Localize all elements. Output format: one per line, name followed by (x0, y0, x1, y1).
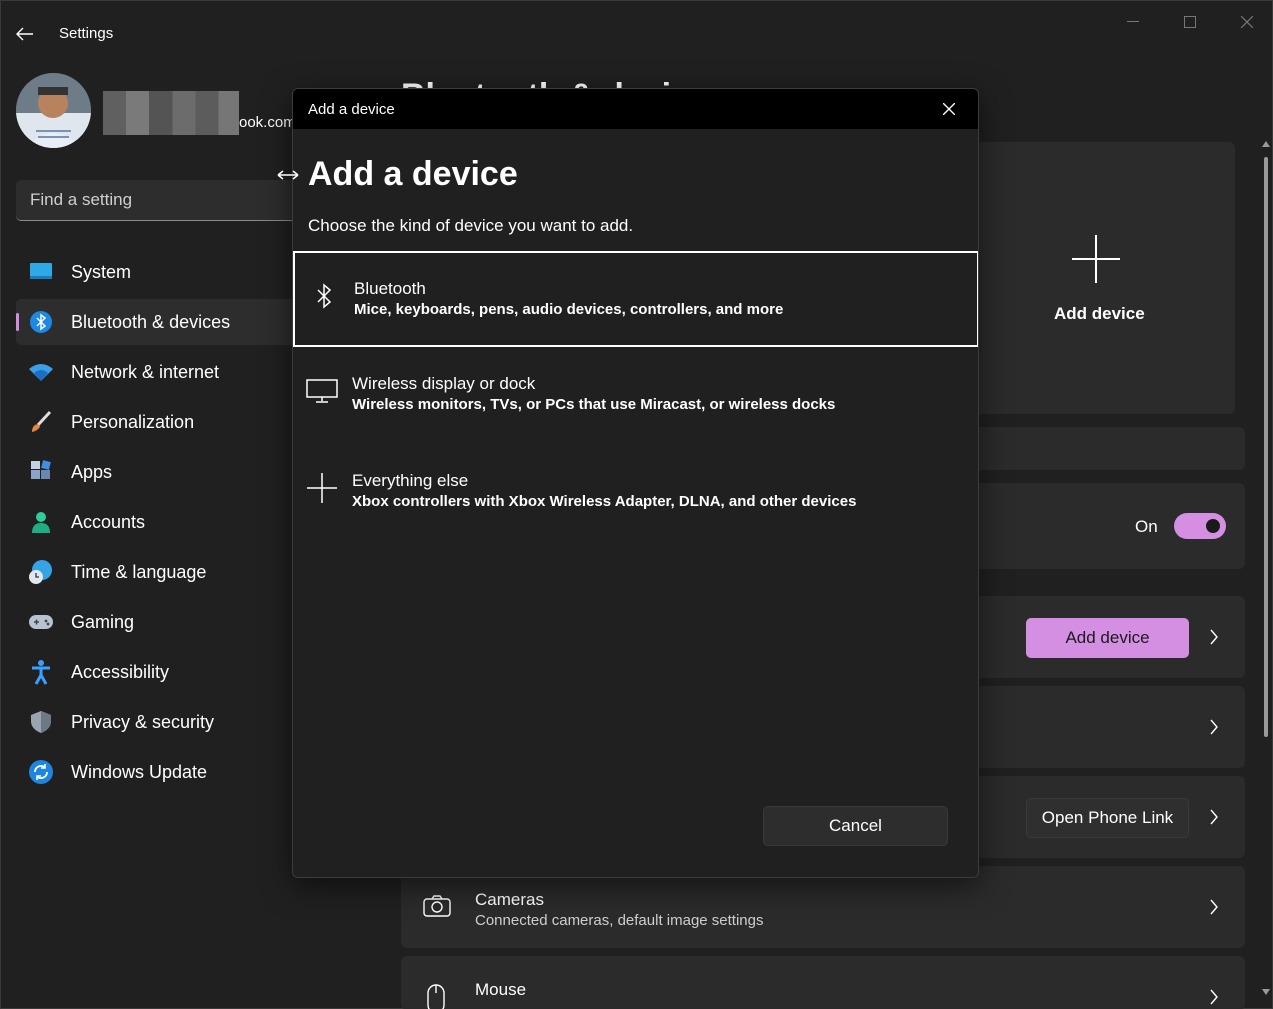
sidebar-item-bluetooth-devices[interactable]: Bluetooth & devices (16, 299, 306, 345)
person-icon (28, 509, 54, 535)
chevron-right-icon[interactable] (1206, 899, 1222, 915)
toggle-knob (1206, 519, 1220, 533)
option-everything-else[interactable]: Everything else Xbox controllers with Xb… (293, 445, 978, 541)
app-title: Settings (59, 25, 114, 42)
cancel-button[interactable]: Cancel (763, 806, 948, 846)
profile-photo-icon (16, 73, 91, 148)
close-icon (943, 103, 955, 115)
settings-window: Settings ook.com System (0, 0, 1273, 1009)
dialog-heading: Add a device (308, 155, 518, 193)
cameras-subtitle: Connected cameras, default image setting… (475, 912, 764, 929)
sidebar-item-gaming[interactable]: Gaming (16, 599, 306, 645)
maximize-button[interactable] (1170, 11, 1210, 33)
sidebar-item-label: Personalization (71, 411, 195, 432)
dialog-window-title: Add a device (308, 101, 395, 118)
bluetooth-toggle[interactable] (1174, 513, 1226, 539)
mouse-title: Mouse (475, 980, 527, 999)
avatar[interactable] (16, 73, 91, 148)
accessibility-icon (28, 659, 54, 685)
sidebar-item-windows-update[interactable]: Windows Update (16, 749, 306, 795)
cameras-title: Cameras (475, 890, 544, 909)
sidebar-item-label: System (71, 261, 132, 282)
add-device-button[interactable]: Add device (1026, 618, 1189, 658)
dialog-subtitle: Choose the kind of device you want to ad… (308, 216, 634, 235)
gamepad-icon (28, 609, 54, 635)
sidebar-item-privacy-security[interactable]: Privacy & security (16, 699, 306, 745)
back-arrow-icon (16, 27, 33, 41)
sidebar-item-label: Bluetooth & devices (71, 311, 231, 332)
option-description: Xbox controllers with Xbox Wireless Adap… (352, 493, 857, 510)
sidebar-nav: System Bluetooth & devices Network & int… (16, 249, 306, 799)
plus-icon (305, 471, 339, 505)
wifi-icon (28, 359, 54, 385)
scroll-down-icon (1262, 989, 1270, 995)
option-wireless-display[interactable]: Wireless display or dock Wireless monito… (293, 348, 978, 444)
chevron-right-icon[interactable] (1206, 989, 1222, 1005)
option-title: Wireless display or dock (352, 374, 536, 393)
chevron-right-icon[interactable] (1206, 629, 1222, 645)
sidebar-item-label: Accounts (71, 511, 146, 532)
option-description: Wireless monitors, TVs, or PCs that use … (352, 396, 836, 413)
globe-clock-icon (28, 559, 54, 585)
option-title: Bluetooth (354, 279, 426, 298)
scroll-thumb[interactable] (1264, 157, 1268, 737)
dialog-footer: Cancel (293, 779, 978, 877)
close-icon (1241, 16, 1253, 28)
back-button[interactable] (11, 21, 39, 47)
bluetooth-icon (307, 279, 341, 313)
mouse-icon (427, 984, 445, 1009)
chevron-right-icon[interactable] (1206, 719, 1222, 735)
dialog-close-button[interactable] (938, 98, 960, 120)
sidebar-item-apps[interactable]: Apps (16, 449, 306, 495)
scroll-up-icon (1262, 141, 1270, 147)
add-device-dialog: Add a device Add a device Choose the kin… (292, 88, 979, 878)
minimize-icon (1127, 21, 1139, 22)
brush-icon (28, 409, 54, 435)
search-box[interactable] (16, 180, 306, 221)
add-device-tile-label: Add device (1054, 304, 1145, 323)
maximize-icon (1184, 16, 1196, 28)
camera-icon (423, 894, 451, 918)
close-button[interactable] (1227, 11, 1267, 33)
update-icon (28, 759, 54, 785)
account-email: ook.com (239, 114, 296, 131)
sidebar-item-label: Time & language (71, 561, 207, 582)
option-title: Everything else (352, 471, 469, 490)
scrollbar[interactable] (1261, 141, 1271, 1003)
sidebar-item-time-language[interactable]: Time & language (16, 549, 306, 595)
sidebar-item-label: Windows Update (71, 761, 208, 782)
sidebar-item-label: Gaming (71, 611, 135, 632)
shield-icon (28, 709, 54, 735)
resize-cursor-icon (276, 167, 300, 183)
title-bar: Settings (1, 1, 1272, 65)
mouse-row[interactable] (401, 956, 1245, 1009)
sidebar-item-label: Accessibility (71, 661, 170, 682)
monitor-icon (305, 374, 339, 408)
bluetooth-icon (28, 309, 54, 335)
redacted-account-name (103, 91, 239, 135)
option-bluetooth[interactable]: Bluetooth Mice, keyboards, pens, audio d… (293, 251, 978, 347)
plus-icon (1072, 235, 1120, 283)
sidebar-item-personalization[interactable]: Personalization (16, 399, 306, 445)
sidebar-item-label: Apps (71, 461, 113, 482)
minimize-button[interactable] (1113, 11, 1153, 33)
option-description: Mice, keyboards, pens, audio devices, co… (354, 301, 784, 318)
sidebar-item-accessibility[interactable]: Accessibility (16, 649, 306, 695)
search-input[interactable] (30, 190, 290, 210)
bluetooth-toggle-label: On (1135, 517, 1158, 536)
apps-icon (28, 459, 54, 485)
sidebar-item-label: Network & internet (71, 361, 220, 382)
dialog-title-bar: Add a device (293, 89, 978, 129)
add-device-tile-button[interactable] (1071, 234, 1121, 284)
sidebar-item-accounts[interactable]: Accounts (16, 499, 306, 545)
chevron-right-icon[interactable] (1206, 809, 1222, 825)
sidebar-item-label: Privacy & security (71, 711, 215, 732)
sidebar-item-network[interactable]: Network & internet (16, 349, 306, 395)
open-phone-link-button[interactable]: Open Phone Link (1026, 798, 1189, 838)
sidebar-item-system[interactable]: System (16, 249, 306, 295)
monitor-icon (28, 259, 54, 285)
